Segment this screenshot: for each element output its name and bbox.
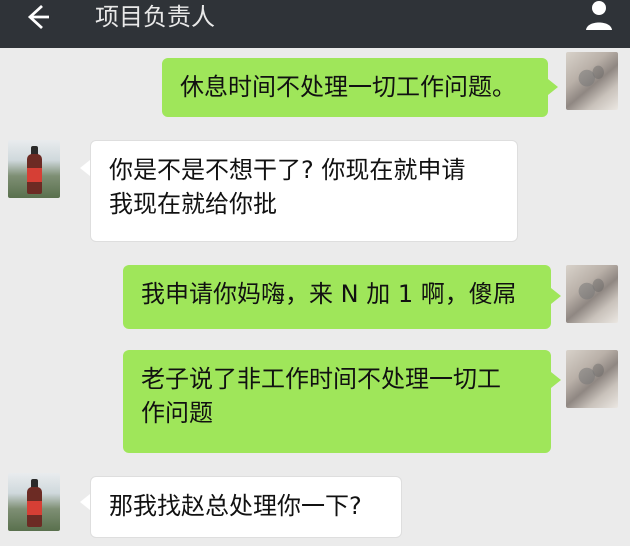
my-avatar[interactable] [566, 265, 618, 323]
message-text: 那我找赵总处理你一下? [109, 492, 362, 520]
message-bubble-me: 休息时间不处理一切工作问题。 [162, 58, 548, 117]
bubble-tail [551, 372, 561, 388]
my-avatar[interactable] [566, 52, 618, 110]
bubble-tail [548, 79, 558, 95]
message-text: 休息时间不处理一切工作问题。 [180, 73, 516, 101]
message-text-line: 老子说了非工作时间不处理一切工 [141, 365, 501, 393]
my-avatar[interactable] [566, 350, 618, 408]
message-bubble-me: 我申请你妈嗨，来 N 加 1 啊，傻屌 [123, 265, 551, 329]
contact-avatar[interactable] [8, 473, 60, 531]
message-text-line: 你是不是不想干了? 你现在就申请 [109, 156, 466, 184]
contact-avatar[interactable] [8, 140, 60, 198]
person-icon[interactable] [582, 0, 616, 34]
bubble-tail [80, 160, 90, 176]
message-text: 我申请你妈嗨，来 N 加 1 啊，傻屌 [141, 280, 517, 308]
message-text-line: 作问题 [141, 399, 213, 427]
message-text-line: 我现在就给你批 [109, 190, 277, 218]
message-bubble-me: 老子说了非工作时间不处理一切工 作问题 [123, 350, 551, 453]
chat-title: 项目负责人 [95, 3, 215, 31]
message-bubble-other: 你是不是不想干了? 你现在就申请 我现在就给你批 [90, 140, 518, 242]
arrow-left-icon[interactable] [22, 2, 52, 32]
avatar-bottle-label [27, 168, 42, 182]
message-bubble-other: 那我找赵总处理你一下? [90, 476, 402, 538]
chat-header: 项目负责人 [0, 0, 630, 48]
avatar-bottle-label [27, 501, 42, 515]
bubble-tail [551, 288, 561, 304]
bubble-tail [80, 494, 90, 510]
